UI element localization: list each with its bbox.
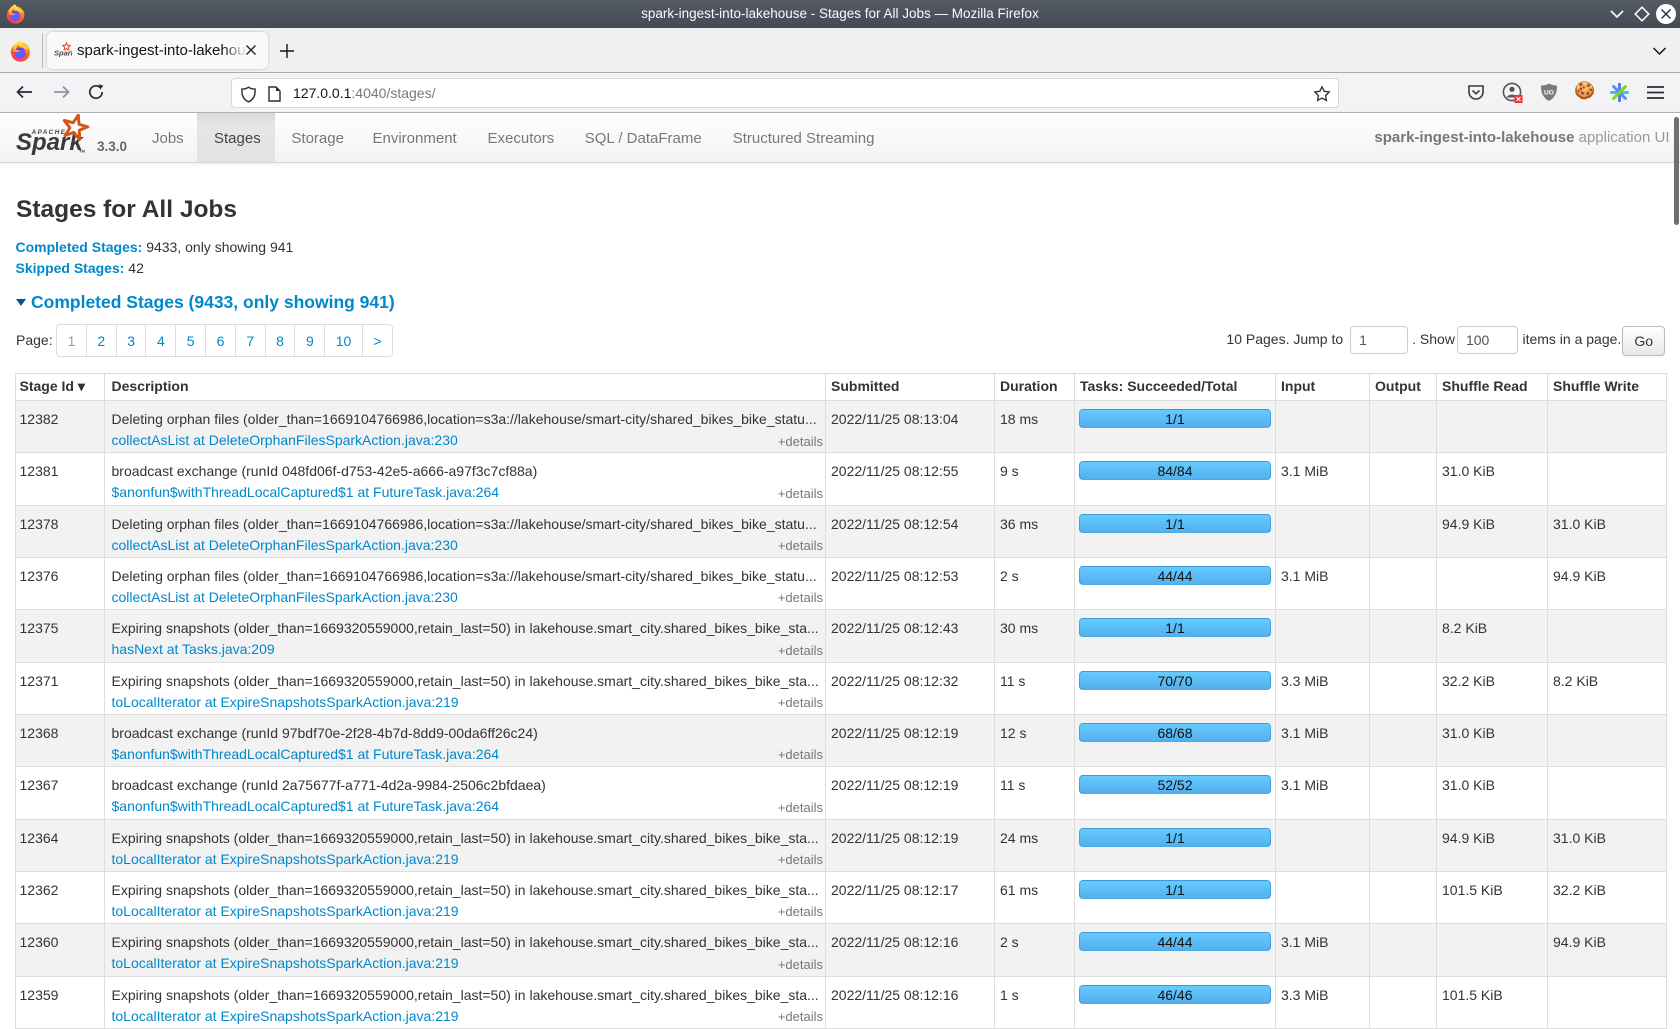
svg-text:TM: TM <box>79 149 85 154</box>
svg-text:APACHE: APACHE <box>31 129 67 136</box>
svg-text:UO: UO <box>1544 90 1554 97</box>
